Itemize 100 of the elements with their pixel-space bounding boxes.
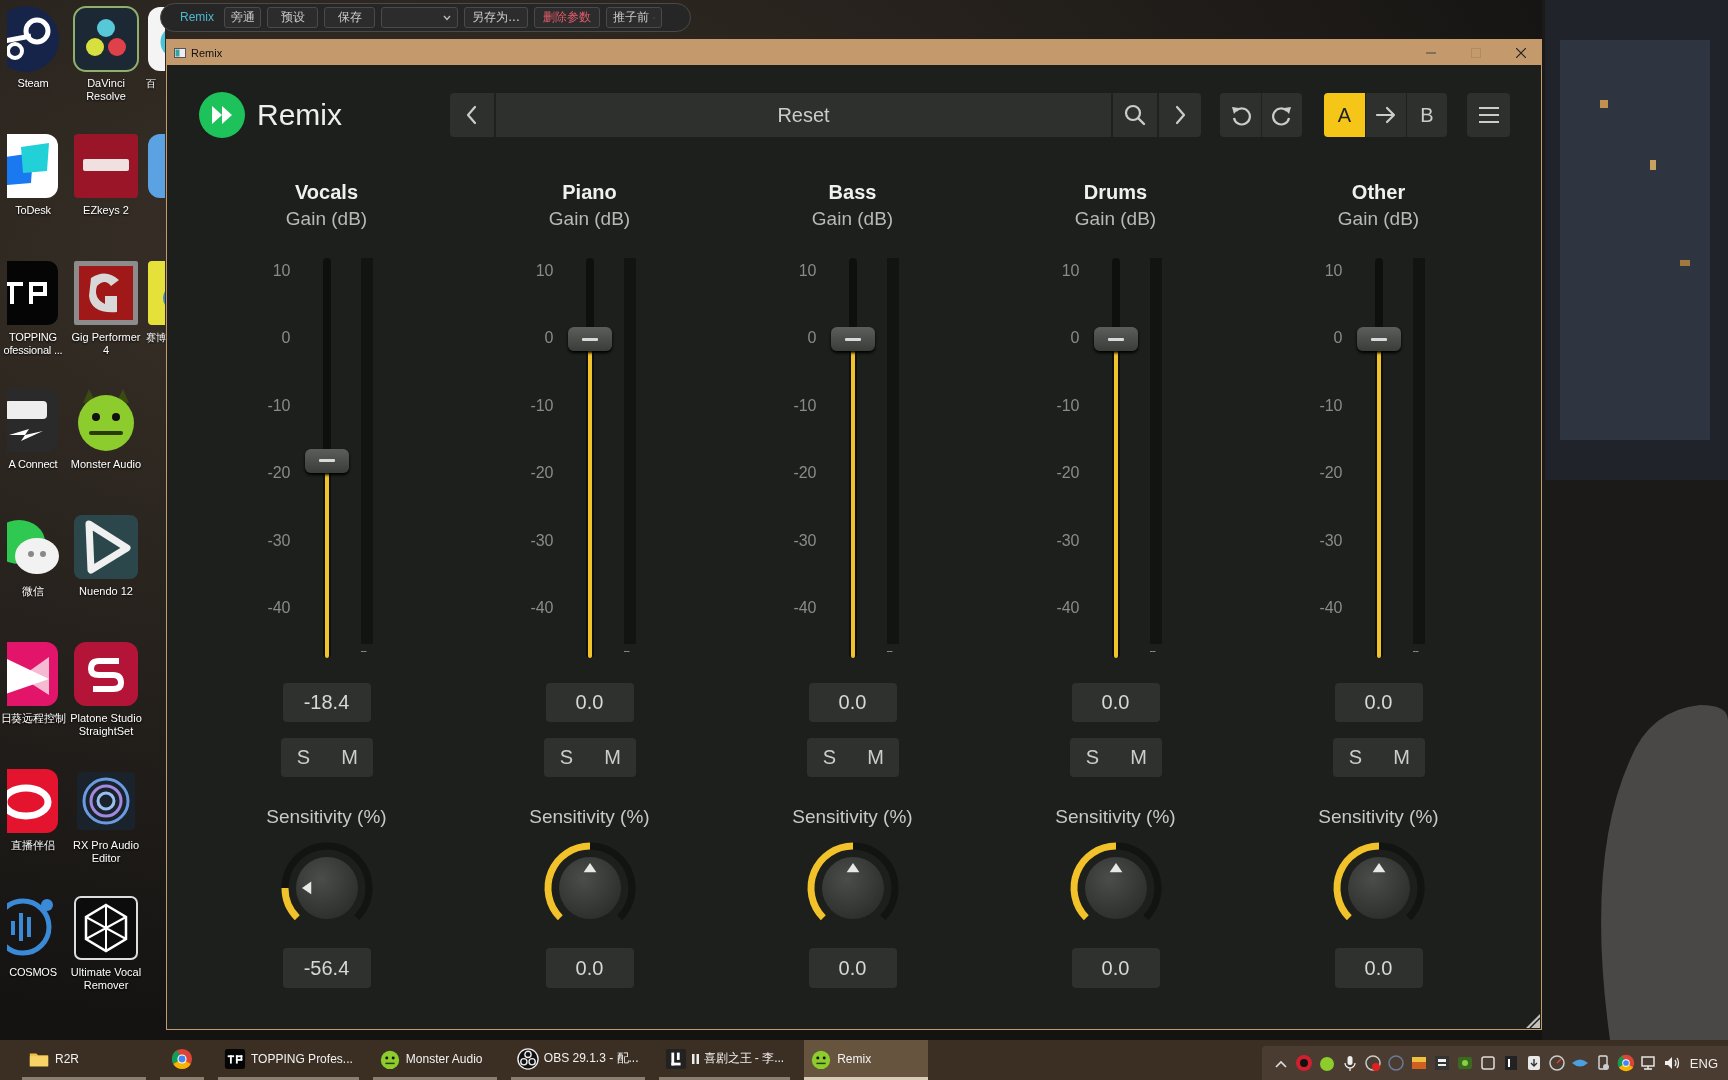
scale-label: -40 xyxy=(267,597,291,618)
sensitivity-value[interactable]: -56.4 xyxy=(282,948,371,988)
ab-slot-button[interactable]: B xyxy=(1406,93,1447,137)
sensitivity-value[interactable]: 0.0 xyxy=(1334,948,1423,988)
gain-value[interactable]: -18.4 xyxy=(282,683,371,722)
sensitivity-label: Sensitivity (%) xyxy=(529,805,650,829)
gain-label: Gain (dB) xyxy=(1337,207,1420,231)
logo-icon xyxy=(199,92,245,138)
gain-label: Gain (dB) xyxy=(548,207,631,231)
scale-label: -20 xyxy=(1056,463,1080,484)
scale-label: -30 xyxy=(1319,530,1343,551)
monster-icon[interactable] xyxy=(1317,1054,1336,1072)
tray-app-icon[interactable] xyxy=(1409,1054,1428,1072)
icon-label: Gig Performer 4 xyxy=(70,331,142,357)
icon-label: Ultimate Vocal Remover xyxy=(69,966,143,992)
solo-button[interactable]: S xyxy=(280,738,327,777)
mute-button[interactable]: M xyxy=(589,738,636,777)
mute-button[interactable]: M xyxy=(1378,738,1425,777)
gain-value[interactable]: 0.0 xyxy=(1334,683,1423,722)
app-icon[interactable] xyxy=(7,133,59,199)
scale-label: -10 xyxy=(793,395,817,416)
taskbar-button[interactable]: 喜剧之王 - 李... xyxy=(658,1040,791,1080)
gain-value[interactable]: 0.0 xyxy=(808,683,897,722)
ab-slot-button[interactable]: A xyxy=(1324,93,1365,137)
tray-app-icon[interactable] xyxy=(1432,1054,1451,1072)
plugin-title: Remix xyxy=(257,98,342,132)
app-icon[interactable] xyxy=(7,260,59,326)
tray-app-icon[interactable] xyxy=(1478,1054,1497,1072)
fader-handle[interactable] xyxy=(1356,327,1401,352)
icon-label: ToDesk xyxy=(15,204,51,217)
gain-value[interactable]: 0.0 xyxy=(1071,683,1160,722)
app-icon[interactable] xyxy=(7,641,59,707)
fader-handle[interactable] xyxy=(567,327,612,352)
channel-name: Bass xyxy=(828,180,877,204)
knob-cap xyxy=(1347,857,1410,919)
app-icon[interactable] xyxy=(73,260,139,326)
mute-button[interactable]: M xyxy=(852,738,899,777)
sensitivity-value[interactable]: 0.0 xyxy=(808,948,897,988)
channel-name: Other xyxy=(1351,180,1406,204)
channel-name: Vocals xyxy=(295,180,358,204)
toolbar-button[interactable]: 旁通 xyxy=(224,7,261,28)
taskbar-button[interactable]: R2R xyxy=(22,1040,146,1080)
dropdown[interactable]: 推子前 xyxy=(606,7,662,28)
app-icon[interactable] xyxy=(147,260,165,326)
resize-grip-icon[interactable] xyxy=(1525,1013,1541,1029)
arrow-right-icon xyxy=(1375,106,1397,124)
toolbar-button[interactable]: 保存 xyxy=(324,7,375,28)
solo-button[interactable]: S xyxy=(1069,738,1116,777)
scale-label: -10 xyxy=(1056,395,1080,416)
app-icon[interactable] xyxy=(7,387,59,453)
toolbar-button[interactable]: 预设 xyxy=(267,7,318,28)
gain-value[interactable]: 0.0 xyxy=(545,683,634,722)
icon-label: TOPPING ofessional ... xyxy=(2,331,64,357)
app-icon[interactable] xyxy=(73,133,139,199)
icon-label: COSMOS xyxy=(9,966,57,979)
gain-label: Gain (dB) xyxy=(811,207,894,231)
delete-button[interactable]: 删除参数 xyxy=(534,7,600,28)
sensitivity-value[interactable]: 0.0 xyxy=(1071,948,1160,988)
meter-reading: -- xyxy=(886,644,892,656)
taskbar-button[interactable]: Remix xyxy=(804,1040,929,1080)
scale-label: 0 xyxy=(806,328,817,349)
tray-app-icon[interactable] xyxy=(1547,1054,1566,1072)
sensitivity-label: Sensitivity (%) xyxy=(792,805,913,829)
icon-label: 微信 xyxy=(22,585,44,598)
app-icon[interactable] xyxy=(7,768,59,834)
language-indicator[interactable]: ENG xyxy=(1689,1055,1718,1071)
app-icon[interactable] xyxy=(147,6,165,72)
scale-label: -40 xyxy=(1056,597,1080,618)
taskbar-button[interactable]: TOPPING Profes... xyxy=(218,1040,359,1080)
solo-button[interactable]: S xyxy=(543,738,590,777)
tray-app-icon[interactable] xyxy=(1363,1054,1382,1072)
scale-label: -40 xyxy=(1319,597,1343,618)
scale-label: -30 xyxy=(267,530,291,551)
fader-handle[interactable] xyxy=(304,448,349,473)
pointer-icon xyxy=(1372,863,1385,873)
solo-button[interactable]: S xyxy=(1332,738,1379,777)
pointer-icon xyxy=(846,863,859,873)
app-icon[interactable] xyxy=(73,6,139,72)
sensitivity-value[interactable]: 0.0 xyxy=(545,948,634,988)
pointer-icon xyxy=(301,881,311,895)
icon-label: A Connect xyxy=(8,458,58,471)
taskbar-button[interactable]: Monster Audio xyxy=(372,1040,497,1080)
solo-button[interactable]: S xyxy=(806,738,853,777)
app-icon xyxy=(516,1047,539,1070)
window-title: Remix xyxy=(191,46,223,59)
fader-handle[interactable] xyxy=(1093,327,1138,352)
browser-icon[interactable] xyxy=(1616,1054,1635,1072)
toolbar-button[interactable]: 另存为... xyxy=(464,7,528,28)
taskbar-button[interactable]: OBS 29.1.3 - 配... xyxy=(510,1040,645,1080)
app-icon[interactable] xyxy=(7,6,59,72)
chevron-right-icon xyxy=(1174,105,1186,125)
scale-label: -10 xyxy=(1319,395,1343,416)
monitor-icon[interactable] xyxy=(1639,1054,1658,1072)
mute-button[interactable]: M xyxy=(1115,738,1162,777)
app-icon[interactable] xyxy=(73,641,139,707)
fader-handle[interactable] xyxy=(830,327,875,352)
meter-reading: -- xyxy=(1412,644,1418,656)
app-icon[interactable] xyxy=(73,514,139,580)
scale-label: 10 xyxy=(1060,261,1080,281)
mute-button[interactable]: M xyxy=(326,738,373,777)
